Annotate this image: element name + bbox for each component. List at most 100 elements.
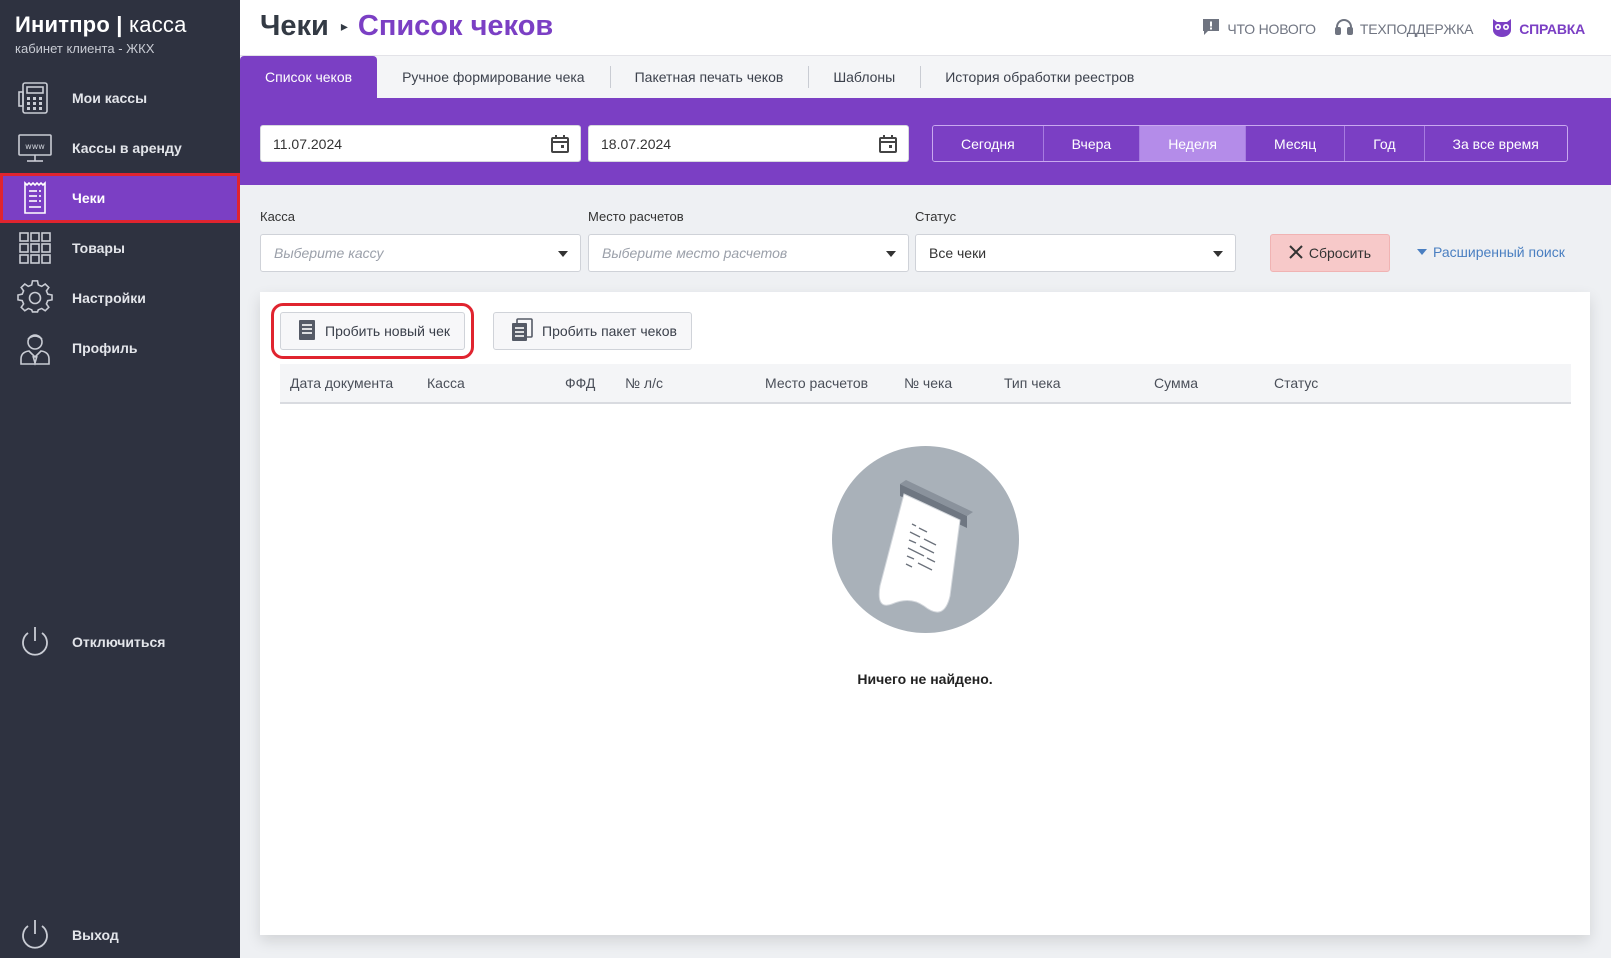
www-monitor-icon: www — [16, 129, 54, 167]
headset-icon — [1334, 17, 1354, 40]
date-from-input[interactable]: 11.07.2024 — [260, 125, 581, 162]
tab-templates[interactable]: Шаблоны — [808, 56, 920, 98]
brand-logo[interactable]: Инитпро | касса кабинет клиента - ЖКХ — [15, 12, 187, 56]
calendar-icon[interactable] — [550, 134, 570, 157]
sidebar-nav: Мои кассы www Кассы в аренду Чеки Товары… — [0, 73, 240, 373]
date-filter-bar: 11.07.2024 18.07.2024 Сегодня Вчера Неде… — [240, 98, 1611, 185]
document-icon — [297, 319, 317, 344]
sidebar-item-goods[interactable]: Товары — [0, 223, 240, 273]
tab-bar: Список чеков Ручное формирование чека Па… — [240, 56, 1611, 98]
column-header-sum[interactable]: Сумма — [1154, 375, 1198, 391]
kassa-select-placeholder: Выберите кассу — [274, 245, 384, 261]
grid-icon — [16, 229, 54, 267]
period-all-time-button[interactable]: За все время — [1424, 126, 1567, 161]
period-month-button[interactable]: Месяц — [1246, 126, 1346, 161]
sidebar-item-label: Товары — [72, 240, 125, 256]
column-header-kassa[interactable]: Касса — [427, 375, 465, 391]
date-from-value: 11.07.2024 — [273, 135, 343, 152]
cash-register-icon — [16, 79, 54, 117]
reset-label: Сбросить — [1308, 245, 1372, 261]
advanced-search-toggle[interactable]: Расширенный поиск — [1417, 244, 1565, 260]
sidebar-item-label: Кассы в аренду — [72, 140, 182, 156]
documents-stack-icon — [510, 317, 534, 345]
gear-icon — [16, 279, 54, 317]
sidebar: Инитпро | касса кабинет клиента - ЖКХ Мо… — [0, 0, 240, 958]
period-selector: Сегодня Вчера Неделя Месяц Год За все вр… — [932, 125, 1568, 162]
sidebar-item-label: Настройки — [72, 290, 146, 306]
disconnect-label: Отключиться — [72, 634, 166, 650]
breadcrumb-separator-icon: ▸ — [340, 18, 348, 34]
close-icon — [1289, 244, 1303, 262]
svg-text:www: www — [25, 142, 45, 151]
batch-receipt-button[interactable]: Пробить пакет чеков — [493, 312, 692, 350]
period-year-button[interactable]: Год — [1345, 126, 1425, 161]
column-header-receipt-type[interactable]: Тип чека — [1004, 375, 1061, 391]
place-select-placeholder: Выберите место расчетов — [602, 245, 788, 261]
support-label: Техподдержка — [1359, 20, 1474, 37]
announcement-icon — [1201, 17, 1221, 40]
kassa-filter-label: Касса — [260, 209, 296, 224]
support-link[interactable]: Техподдержка — [1334, 17, 1473, 40]
empty-receipt-illustration — [831, 446, 1019, 633]
chevron-down-icon — [886, 251, 896, 257]
help-link[interactable]: Справка — [1491, 17, 1585, 40]
new-receipt-button[interactable]: Пробить новый чек — [270, 303, 475, 359]
column-header-date[interactable]: Дата документа — [290, 375, 393, 391]
disconnect-button[interactable]: Отключиться — [0, 617, 240, 667]
sidebar-item-my-registers[interactable]: Мои кассы — [0, 73, 240, 123]
sidebar-item-rental-registers[interactable]: www Кассы в аренду — [0, 123, 240, 173]
power-icon — [16, 916, 54, 954]
help-label: Справка — [1519, 20, 1585, 37]
breadcrumb-root[interactable]: Чеки — [260, 10, 329, 43]
brand-subtitle: кабинет клиента - ЖКХ — [15, 41, 155, 56]
owl-icon — [1491, 17, 1513, 40]
advanced-search-label: Расширенный поиск — [1433, 244, 1565, 260]
user-icon — [16, 329, 54, 367]
column-header-account[interactable]: № л/с — [625, 375, 663, 391]
empty-state: Ничего не найдено. — [260, 446, 1590, 687]
brand-title: Инитпро | касса — [15, 12, 187, 37]
power-icon — [16, 623, 54, 661]
tab-registry-history[interactable]: История обработки реестров — [920, 56, 1159, 98]
place-filter-label: Место расчетов — [588, 209, 684, 224]
tab-batch-print[interactable]: Пакетная печать чеков — [609, 56, 809, 98]
place-select[interactable]: Выберите место расчетов — [588, 234, 909, 272]
tab-receipt-list[interactable]: Список чеков — [240, 56, 378, 98]
column-header-status[interactable]: Статус — [1274, 375, 1318, 391]
whats-new-label: Что нового — [1227, 20, 1316, 37]
sidebar-item-receipts[interactable]: Чеки — [0, 173, 240, 223]
date-to-input[interactable]: 18.07.2024 — [588, 125, 909, 162]
column-header-ffd[interactable]: ФФД — [565, 375, 595, 391]
new-receipt-label: Пробить новый чек — [325, 323, 451, 339]
period-yesterday-button[interactable]: Вчера — [1043, 126, 1141, 161]
page-header: Чеки ▸ Список чеков Что нового Техподдер… — [240, 0, 1611, 56]
filters-panel: Касса Выберите кассу Место расчетов Выбе… — [240, 185, 1611, 291]
calendar-icon[interactable] — [878, 134, 898, 157]
caret-down-icon — [1417, 249, 1427, 255]
exit-section: Выход — [0, 915, 240, 955]
status-select-value: Все чеки — [929, 245, 987, 261]
receipt-icon — [16, 179, 54, 217]
sidebar-item-label: Чеки — [72, 190, 106, 206]
kassa-select[interactable]: Выберите кассу — [260, 234, 581, 272]
status-select[interactable]: Все чеки — [915, 234, 1236, 272]
whats-new-link[interactable]: Что нового — [1201, 17, 1316, 40]
receipts-card: Пробить новый чек Пробить пакет чеков Да… — [260, 292, 1590, 935]
tab-manual-receipt[interactable]: Ручное формирование чека — [377, 56, 610, 98]
empty-state-text: Ничего не найдено. — [857, 671, 993, 687]
period-today-button[interactable]: Сегодня — [933, 126, 1044, 161]
table-header: Дата документа Касса ФФД № л/с Место рас… — [280, 364, 1571, 404]
column-header-receipt-number[interactable]: № чека — [904, 375, 952, 391]
reset-filters-button[interactable]: Сбросить — [1270, 234, 1390, 272]
disconnect-section: Отключиться — [0, 617, 240, 667]
sidebar-item-profile[interactable]: Профиль — [0, 323, 240, 373]
exit-label: Выход — [72, 927, 119, 943]
date-to-value: 18.07.2024 — [601, 135, 672, 152]
column-header-place[interactable]: Место расчетов — [765, 375, 868, 391]
exit-button[interactable]: Выход — [0, 915, 240, 955]
period-week-button[interactable]: Неделя — [1140, 126, 1247, 161]
chevron-down-icon — [1213, 251, 1223, 257]
sidebar-item-settings[interactable]: Настройки — [0, 273, 240, 323]
batch-receipt-label: Пробить пакет чеков — [542, 323, 677, 339]
sidebar-item-label: Профиль — [72, 340, 138, 356]
